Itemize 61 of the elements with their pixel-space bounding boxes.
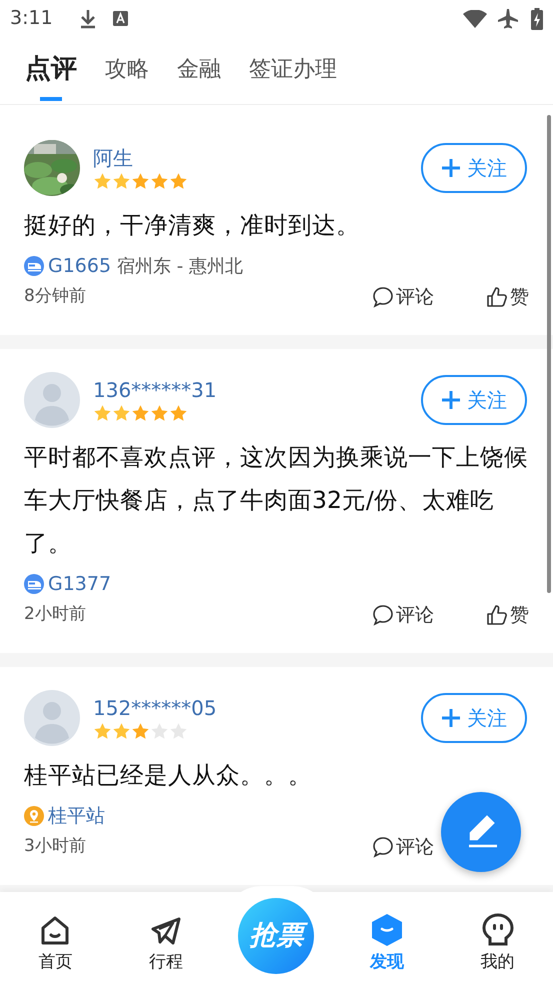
nav-tab[interactable]: 我的 [442, 912, 553, 983]
tab[interactable]: 攻略 [105, 37, 149, 104]
star-icon [150, 404, 169, 423]
star-icon [112, 404, 131, 423]
star-icon [169, 172, 188, 191]
speech-bubble-icon [372, 836, 394, 858]
plus-icon [441, 390, 461, 410]
star-icon [93, 404, 112, 423]
star-icon [112, 722, 131, 741]
tag-link[interactable]: 桂平站 [48, 802, 105, 830]
tab-indicator [40, 97, 62, 101]
comment-button[interactable]: 评论 [372, 282, 434, 312]
review-text: 桂平站已经是人从众。。。 [24, 760, 313, 791]
face-icon [482, 912, 514, 946]
star-icon [93, 722, 112, 741]
post-time: 8分钟前 [24, 285, 87, 308]
home-icon [39, 914, 72, 946]
download-icon [78, 8, 97, 28]
user-name[interactable]: 136******31 [93, 377, 421, 403]
grab-ticket-label: 抢票 [245, 918, 308, 954]
battery-icon [531, 8, 543, 30]
like-button[interactable]: 赞 [486, 282, 529, 312]
train-icon [24, 256, 44, 276]
train-icon [24, 574, 44, 594]
status-time: 3:11 [10, 6, 53, 32]
tab[interactable]: 签证办理 [249, 37, 337, 104]
comment-button[interactable]: 评论 [372, 600, 434, 630]
star-icon [169, 404, 188, 423]
star-icon [131, 404, 150, 423]
hexagon-icon [370, 912, 404, 946]
tab[interactable]: 金融 [177, 37, 221, 104]
plus-icon [441, 708, 461, 728]
tag-link[interactable]: G1665 [48, 252, 112, 280]
plus-icon [441, 158, 461, 178]
tab[interactable]: 点评 [25, 37, 77, 104]
star-icon [112, 172, 131, 191]
comment-button[interactable]: 评论 [372, 832, 434, 862]
route-text: 宿州东 - 惠州北 [117, 254, 244, 278]
airplane-icon [497, 8, 519, 30]
paper-plane-icon [150, 914, 182, 946]
star-icon [93, 172, 112, 191]
nav-tab[interactable]: 行程 [110, 914, 222, 983]
star-icon [131, 172, 150, 191]
speech-bubble-icon [372, 286, 394, 308]
star-icon [150, 172, 169, 191]
nav-tab[interactable]: 首页 [0, 914, 111, 983]
star-icon [131, 722, 150, 741]
location-pin-icon [24, 806, 44, 826]
thumbs-up-icon [486, 286, 508, 308]
font-icon [112, 11, 128, 26]
post-time: 2小时前 [24, 603, 87, 626]
wifi-icon [463, 10, 487, 28]
user-name[interactable]: 152******05 [93, 695, 421, 721]
tag-link[interactable]: G1377 [48, 570, 112, 598]
user-name[interactable]: 阿生 [93, 145, 421, 171]
review-text: 挺好的，干净清爽，准时到达。 [24, 210, 361, 241]
post-time: 3小时前 [24, 835, 87, 858]
like-button[interactable]: 赞 [486, 600, 529, 630]
thumbs-up-icon [486, 604, 508, 626]
speech-bubble-icon [372, 604, 394, 626]
review-text: 平时都不喜欢点评，这次因为换乘说一下上饶候车大厅快餐店，点了牛肉面32元/份、太难吃了。 [24, 442, 529, 559]
